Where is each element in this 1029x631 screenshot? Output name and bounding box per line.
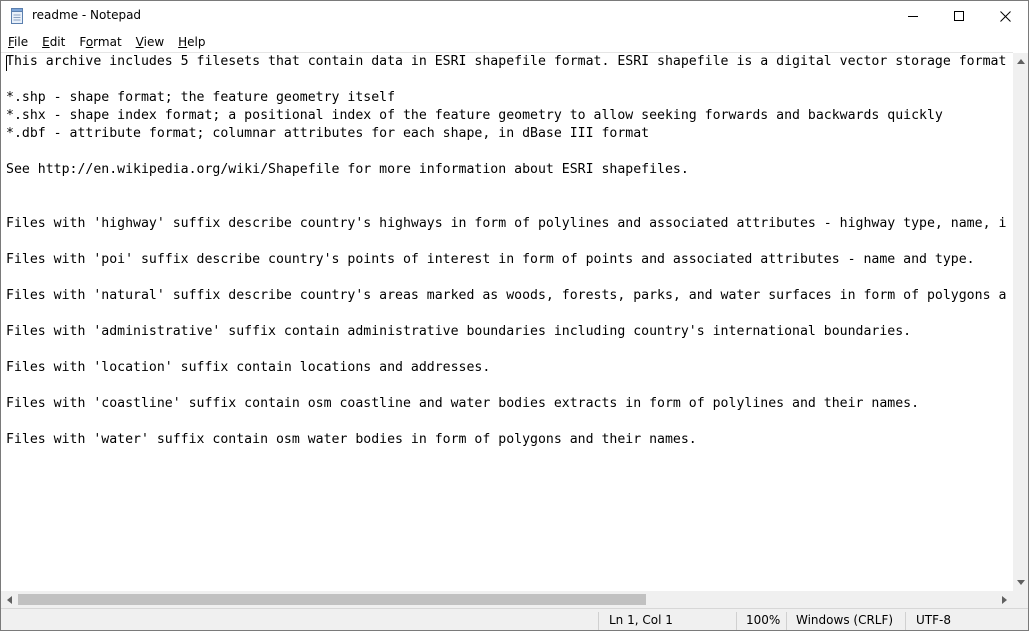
editor-line: Files with 'natural' suffix describe cou… — [6, 288, 1007, 303]
scroll-left-button[interactable] — [1, 591, 18, 608]
text-caret — [6, 56, 7, 71]
arrow-down-icon — [1016, 580, 1025, 585]
menu-help-mnemonic: H — [178, 35, 188, 49]
menu-edit-rest: dit — [49, 35, 66, 49]
scroll-right-button[interactable] — [996, 591, 1013, 608]
menu-help[interactable]: Help — [171, 32, 212, 52]
status-encoding: UTF-8 — [916, 613, 951, 627]
close-icon — [999, 10, 1011, 22]
text-editor[interactable]: This archive includes 5 filesets that co… — [1, 52, 1013, 592]
status-line-ending: Windows (CRLF) — [796, 613, 894, 627]
editor-line: See http://en.wikipedia.org/wiki/Shapefi… — [6, 162, 689, 177]
scrollbar-corner — [1013, 591, 1028, 608]
menu-view-rest: iew — [143, 35, 165, 49]
notepad-window: readme - Notepad File Edit Format View H… — [0, 0, 1029, 631]
status-cursor-position: Ln 1, Col 1 — [609, 613, 673, 627]
menu-file[interactable]: File — [1, 32, 35, 52]
editor-line: This archive includes 5 filesets that co… — [6, 54, 1007, 69]
status-separator — [598, 612, 599, 630]
editor-line: Files with 'highway' suffix describe cou… — [6, 216, 1007, 231]
status-separator — [736, 612, 737, 630]
scroll-up-button[interactable] — [1013, 53, 1028, 70]
status-separator — [786, 612, 787, 630]
status-zoom: 100% — [746, 613, 781, 627]
editor-line: *.shp - shape format; the feature geomet… — [6, 90, 396, 105]
status-separator — [905, 612, 906, 630]
maximize-button[interactable] — [936, 1, 982, 31]
editor-line: Files with 'coastline' suffix contain os… — [6, 396, 920, 411]
notepad-icon — [11, 8, 23, 24]
vertical-scrollbar[interactable] — [1013, 53, 1028, 591]
editor-line: Files with 'administrative' suffix conta… — [6, 324, 912, 339]
status-bar: Ln 1, Col 1 100% Windows (CRLF) UTF-8 — [1, 608, 1028, 630]
menu-view-mnemonic: V — [135, 35, 144, 49]
title-bar[interactable]: readme - Notepad — [1, 1, 1028, 31]
minimize-icon — [908, 16, 918, 17]
editor-line: *.dbf - attribute format; columnar attri… — [6, 126, 650, 141]
arrow-left-icon — [7, 595, 12, 604]
menu-view[interactable]: View — [129, 32, 171, 52]
menu-edit-mnemonic: E — [42, 35, 50, 49]
editor-line: *.shx - shape index format; a positional… — [6, 108, 943, 123]
menu-bar: File Edit Format View Help — [1, 32, 1028, 52]
horizontal-scrollbar[interactable] — [1, 591, 1013, 608]
editor-line: Files with 'water' suffix contain osm wa… — [6, 432, 697, 447]
editor-line: Files with 'location' suffix contain loc… — [6, 360, 491, 375]
scroll-down-button[interactable] — [1013, 574, 1028, 591]
menu-file-rest: ile — [14, 35, 29, 49]
menu-help-rest: elp — [187, 35, 206, 49]
horizontal-scroll-thumb[interactable] — [18, 594, 646, 605]
editor-line: Files with 'poi' suffix describe country… — [6, 252, 975, 267]
arrow-right-icon — [1002, 595, 1007, 604]
maximize-icon — [954, 11, 964, 21]
arrow-up-icon — [1016, 59, 1025, 64]
minimize-button[interactable] — [890, 1, 936, 31]
close-button[interactable] — [982, 1, 1028, 31]
window-title: readme - Notepad — [32, 8, 142, 22]
menu-format-rest: rmat — [93, 35, 122, 49]
menu-format[interactable]: Format — [72, 32, 128, 52]
editor-content[interactable]: This archive includes 5 filesets that co… — [6, 53, 1006, 449]
menu-edit[interactable]: Edit — [35, 32, 72, 52]
